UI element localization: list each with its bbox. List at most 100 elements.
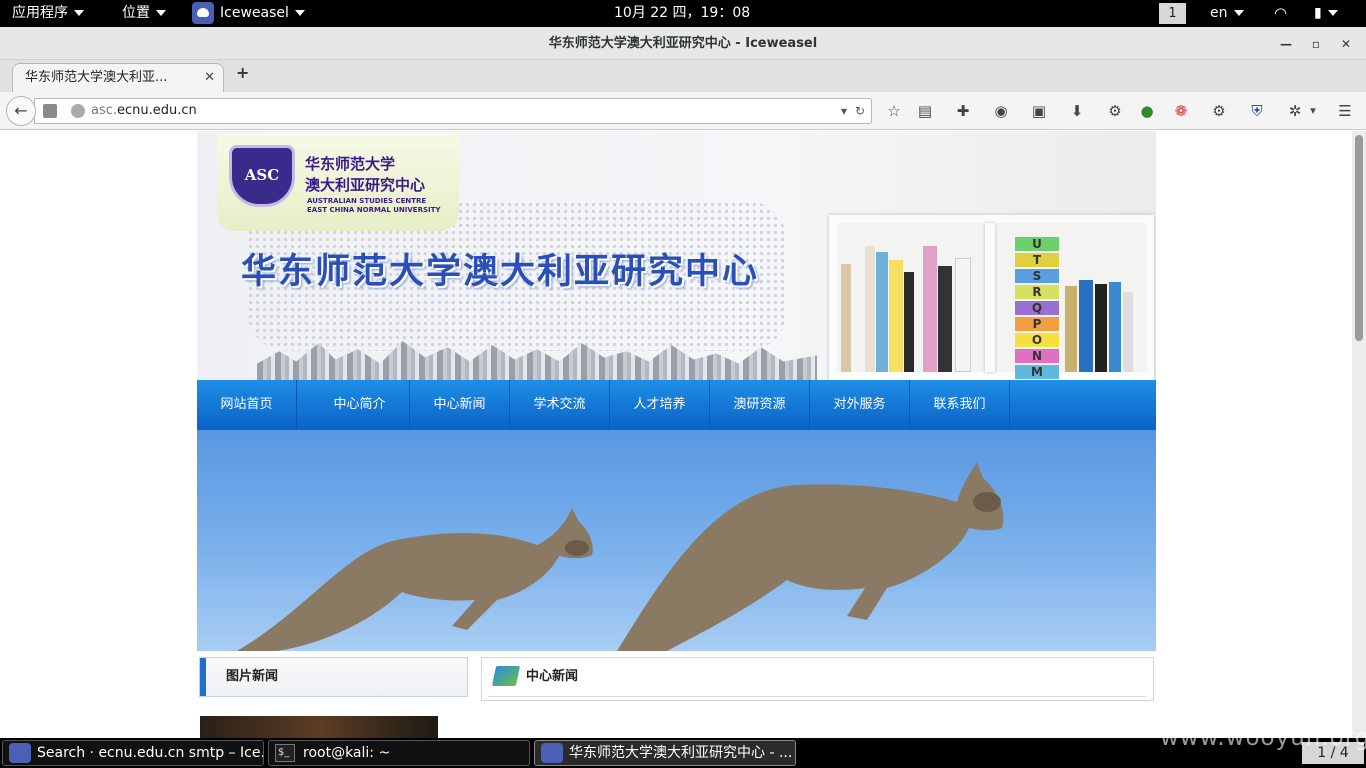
photo-news-header: 图片新闻 bbox=[199, 657, 468, 697]
photo-news-image[interactable] bbox=[200, 716, 438, 738]
center-news-title: 中心新闻 bbox=[526, 669, 579, 684]
window-title: 华东师范大学澳大利亚研究中心 - Iceweasel bbox=[548, 36, 818, 51]
book bbox=[955, 258, 971, 372]
university-seal-icon: ASC bbox=[229, 145, 295, 207]
minimize-button[interactable]: — bbox=[1274, 33, 1298, 55]
letter-block: P bbox=[1015, 317, 1059, 331]
language-menu[interactable]: en bbox=[1210, 0, 1244, 27]
pocket-icon[interactable]: ◉ bbox=[991, 101, 1011, 121]
nav-home[interactable]: 网站首页 bbox=[197, 380, 297, 430]
applications-menu[interactable]: 应用程序 bbox=[12, 0, 84, 27]
nav-news[interactable]: 中心新闻 bbox=[410, 380, 510, 430]
letter-block: O bbox=[1015, 333, 1059, 347]
applications-label: 应用程序 bbox=[12, 5, 68, 21]
bookmark-star-icon[interactable]: ☆ bbox=[884, 101, 904, 121]
close-tab-icon[interactable]: ✕ bbox=[204, 64, 215, 92]
url-text[interactable]: asc.ecnu.edu.cn bbox=[91, 99, 197, 123]
book-icon bbox=[491, 666, 521, 686]
task-terminal[interactable]: $_ root@kali: ~ bbox=[268, 740, 530, 766]
tab-groups-icon[interactable] bbox=[43, 104, 57, 118]
reload-icon[interactable]: ↻ bbox=[855, 99, 865, 123]
vertical-scrollbar[interactable] bbox=[1352, 131, 1366, 738]
chevron-down-icon[interactable]: ▾ bbox=[1303, 101, 1323, 121]
iceweasel-icon bbox=[9, 743, 31, 763]
book bbox=[938, 266, 952, 372]
extension-green-icon[interactable]: ● bbox=[1137, 101, 1157, 121]
nav-about[interactable]: 中心简介 bbox=[310, 380, 410, 430]
bookmarks-list-icon[interactable]: ▤ bbox=[915, 101, 935, 121]
clock[interactable]: 10月 22 四，19：08 bbox=[614, 0, 750, 27]
settings-gear-icon[interactable]: ⚙ bbox=[1105, 101, 1125, 121]
divider bbox=[488, 696, 1146, 697]
task-asc-window[interactable]: 华东师范大学澳大利亚研究中心 - ... bbox=[534, 740, 796, 766]
letter-block: S bbox=[1015, 269, 1059, 283]
nav-training[interactable]: 人才培养 bbox=[610, 380, 710, 430]
window-titlebar[interactable]: 华东师范大学澳大利亚研究中心 - Iceweasel — ▫ ✕ bbox=[0, 27, 1366, 60]
letter-block: R bbox=[1015, 285, 1059, 299]
tab-bar: 华东师范大学澳大利亚... ✕ + bbox=[0, 60, 1366, 92]
chevron-down-icon bbox=[294, 10, 305, 16]
book bbox=[923, 246, 937, 372]
places-menu[interactable]: 位置 bbox=[122, 0, 166, 27]
url-bar[interactable]: asc.ecnu.edu.cn ▾ ↻ bbox=[34, 98, 872, 124]
book bbox=[904, 272, 914, 372]
back-arrow-icon: ← bbox=[14, 101, 28, 120]
chevron-down-icon bbox=[1233, 10, 1244, 16]
nav-contact[interactable]: 联系我们 bbox=[910, 380, 1010, 430]
dropdown-arrow-icon[interactable]: ▾ bbox=[841, 99, 847, 123]
book bbox=[841, 264, 851, 372]
shield-icon[interactable]: ⛨ bbox=[1247, 101, 1267, 121]
extension-red-icon[interactable]: ❁ bbox=[1171, 101, 1191, 121]
book bbox=[876, 252, 888, 372]
browser-window: 华东师范大学澳大利亚研究中心 - Iceweasel — ▫ ✕ 华东师范大学澳… bbox=[0, 27, 1366, 738]
book bbox=[1095, 284, 1107, 372]
back-button[interactable]: ← bbox=[6, 96, 36, 126]
kangaroo-hero-image bbox=[197, 430, 1156, 651]
battery-icon[interactable]: ▮ bbox=[1314, 0, 1338, 27]
nav-resources[interactable]: 澳研资源 bbox=[710, 380, 810, 430]
new-tab-button[interactable]: + bbox=[236, 63, 249, 82]
center-news-header: 中心新闻 bbox=[481, 657, 1154, 701]
letter-block: N bbox=[1015, 349, 1059, 363]
site-logo[interactable]: ASC 华东师范大学 澳大利亚研究中心 AUSTRALIAN STUDIES C… bbox=[217, 133, 459, 231]
reader-view-icon[interactable]: ▣ bbox=[1029, 101, 1049, 121]
maximize-button[interactable]: ▫ bbox=[1304, 33, 1328, 55]
extension-gear-icon[interactable]: ⚙ bbox=[1209, 101, 1229, 121]
book bbox=[852, 254, 864, 372]
downloads-icon[interactable]: ⬇ bbox=[1067, 101, 1087, 121]
navigation-toolbar: asc.ecnu.edu.cn ▾ ↻ ← ☆ ▤ ✚ ◉ ▣ ⬇ ⚙ ● ❁ … bbox=[0, 92, 1366, 130]
chevron-down-icon bbox=[156, 10, 166, 16]
active-app-menu[interactable]: Iceweasel bbox=[192, 0, 305, 27]
tab-asc[interactable]: 华东师范大学澳大利亚... ✕ bbox=[12, 63, 224, 92]
watermark: www.wooyun.org bbox=[1160, 725, 1366, 751]
workspace-indicator[interactable]: 1 bbox=[1159, 3, 1186, 24]
task-label: Search · ecnu.edu.cn smtp – Ice... bbox=[37, 745, 264, 761]
terminal-icon: $_ bbox=[275, 744, 295, 762]
nav-academic[interactable]: 学术交流 bbox=[510, 380, 610, 430]
book bbox=[889, 260, 903, 372]
letter-block: M bbox=[1015, 365, 1059, 379]
hamburger-menu-icon[interactable]: ☰ bbox=[1335, 101, 1355, 121]
banner-title: 华东师范大学澳大利亚研究中心 bbox=[241, 252, 760, 292]
logo-cn-line2: 澳大利亚研究中心 bbox=[305, 176, 426, 194]
close-window-button[interactable]: ✕ bbox=[1334, 33, 1358, 55]
places-label: 位置 bbox=[122, 5, 150, 21]
top-panel: 应用程序 位置 Iceweasel 10月 22 四，19：08 1 en ◠ … bbox=[0, 0, 1366, 27]
scrollbar-thumb[interactable] bbox=[1355, 135, 1363, 341]
chevron-down-icon bbox=[74, 10, 84, 16]
language-label: en bbox=[1210, 5, 1228, 21]
nav-services[interactable]: 对外服务 bbox=[810, 380, 910, 430]
book bbox=[1065, 286, 1077, 372]
logo-cn-line1: 华东师范大学 bbox=[305, 155, 396, 173]
task-search-window[interactable]: Search · ecnu.edu.cn smtp – Ice... bbox=[2, 740, 264, 766]
letter-block: U bbox=[1015, 237, 1059, 251]
webpage: ASC 华东师范大学 澳大利亚研究中心 AUSTRALIAN STUDIES C… bbox=[197, 131, 1156, 738]
kangaroo-illustration bbox=[237, 462, 1004, 651]
bug-icon[interactable]: ✲ bbox=[1285, 101, 1305, 121]
bookshelf-image: U T S R Q P O N M bbox=[829, 215, 1154, 380]
wifi-icon[interactable]: ◠ bbox=[1274, 0, 1287, 27]
addons-icon[interactable]: ✚ bbox=[953, 101, 973, 121]
site-identity-icon[interactable] bbox=[71, 104, 85, 118]
header-accent-bar bbox=[200, 658, 206, 696]
web-content: ASC 华东师范大学 澳大利亚研究中心 AUSTRALIAN STUDIES C… bbox=[0, 131, 1352, 738]
